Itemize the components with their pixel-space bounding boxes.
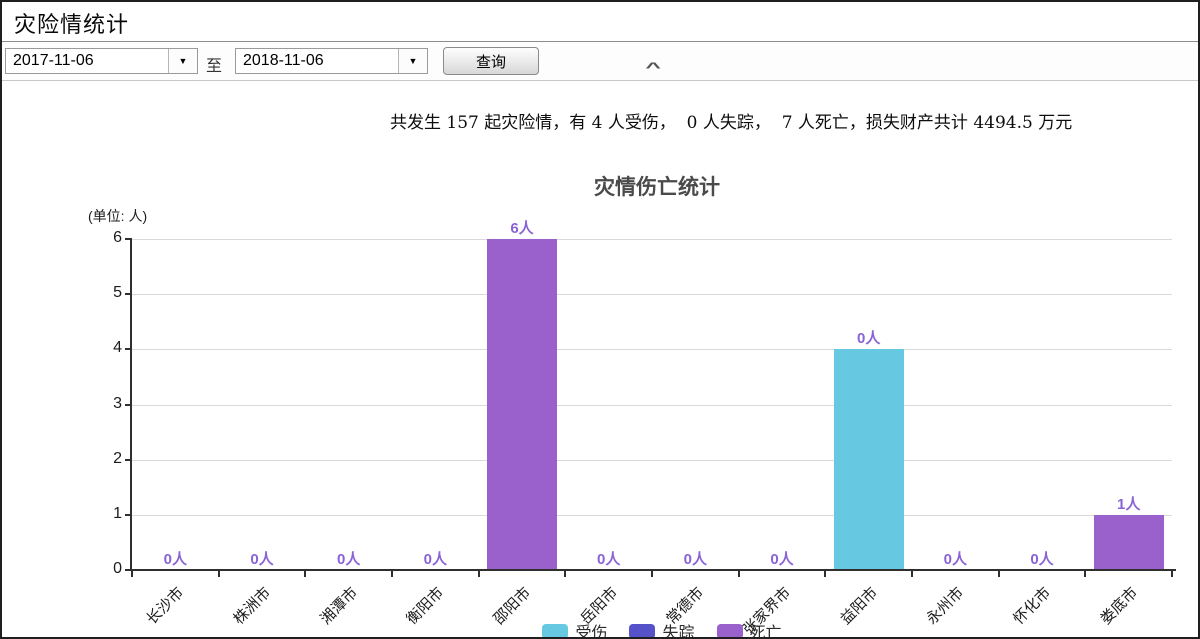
chart-legend: 受伤 失踪 死亡 xyxy=(132,619,1192,639)
gridline xyxy=(132,294,1172,295)
bar-value-label: 0人 xyxy=(915,548,995,569)
bar-value-label: 0人 xyxy=(222,548,302,569)
gridline xyxy=(132,460,1172,461)
bar-12 xyxy=(1094,515,1164,570)
legend-swatch-icon xyxy=(629,624,655,639)
bar-value-label: 0人 xyxy=(655,548,735,569)
bar-5 xyxy=(487,239,557,570)
y-axis-label: 4 xyxy=(113,339,122,357)
y-axis-label: 2 xyxy=(113,450,122,468)
legend-item-1[interactable]: 受伤 xyxy=(542,619,607,639)
x-axis-tick xyxy=(218,570,220,577)
legend-item-2[interactable]: 失踪 xyxy=(629,619,694,639)
bar-value-label: 0人 xyxy=(1002,548,1082,569)
legend-item-3[interactable]: 死亡 xyxy=(717,619,782,639)
y-axis-label: 3 xyxy=(113,395,122,413)
bar-9 xyxy=(834,349,904,570)
x-axis-tick xyxy=(478,570,480,577)
x-axis-tick xyxy=(1084,570,1086,577)
gridline xyxy=(132,405,1172,406)
bar-value-label: 0人 xyxy=(395,548,475,569)
x-axis-line xyxy=(126,569,1176,571)
x-axis-tick xyxy=(738,570,740,577)
y-axis-line xyxy=(130,238,132,571)
x-axis-tick xyxy=(1171,570,1173,577)
x-axis-tick xyxy=(391,570,393,577)
x-axis-tick xyxy=(824,570,826,577)
legend-label: 受伤 xyxy=(575,619,607,639)
y-axis-label: 5 xyxy=(113,284,122,302)
x-axis-tick xyxy=(131,570,133,577)
x-axis-tick xyxy=(911,570,913,577)
gridline xyxy=(132,515,1172,516)
x-axis-tick xyxy=(998,570,1000,577)
bar-value-label: 0人 xyxy=(742,548,822,569)
bar-value-label: 0人 xyxy=(829,327,909,348)
y-axis-label: 6 xyxy=(113,229,122,247)
y-axis-label: 1 xyxy=(113,505,122,523)
gridline xyxy=(132,239,1172,240)
bar-value-label: 0人 xyxy=(309,548,389,569)
legend-swatch-icon xyxy=(717,624,743,639)
app-window: 灾险情统计 2017-11-06 ▼ 至 2018-11-06 ▼ 查询 ^ 共… xyxy=(0,0,1200,639)
legend-label: 死亡 xyxy=(750,619,782,639)
gridline xyxy=(132,349,1172,350)
legend-swatch-icon xyxy=(542,624,568,639)
y-axis-label: 0 xyxy=(113,560,122,578)
bar-value-label: 0人 xyxy=(569,548,649,569)
legend-label: 失踪 xyxy=(662,619,694,639)
x-axis-tick xyxy=(651,570,653,577)
bar-value-label: 6人 xyxy=(482,217,562,238)
chart-plot-area: 01234560人长沙市0人株洲市0人湘潭市0人衡阳市6人邵阳市0人岳阳市0人常… xyxy=(2,2,1200,639)
bar-value-label: 0人 xyxy=(135,548,215,569)
x-axis-tick xyxy=(564,570,566,577)
x-axis-tick xyxy=(304,570,306,577)
bar-value-label: 1人 xyxy=(1089,493,1169,514)
